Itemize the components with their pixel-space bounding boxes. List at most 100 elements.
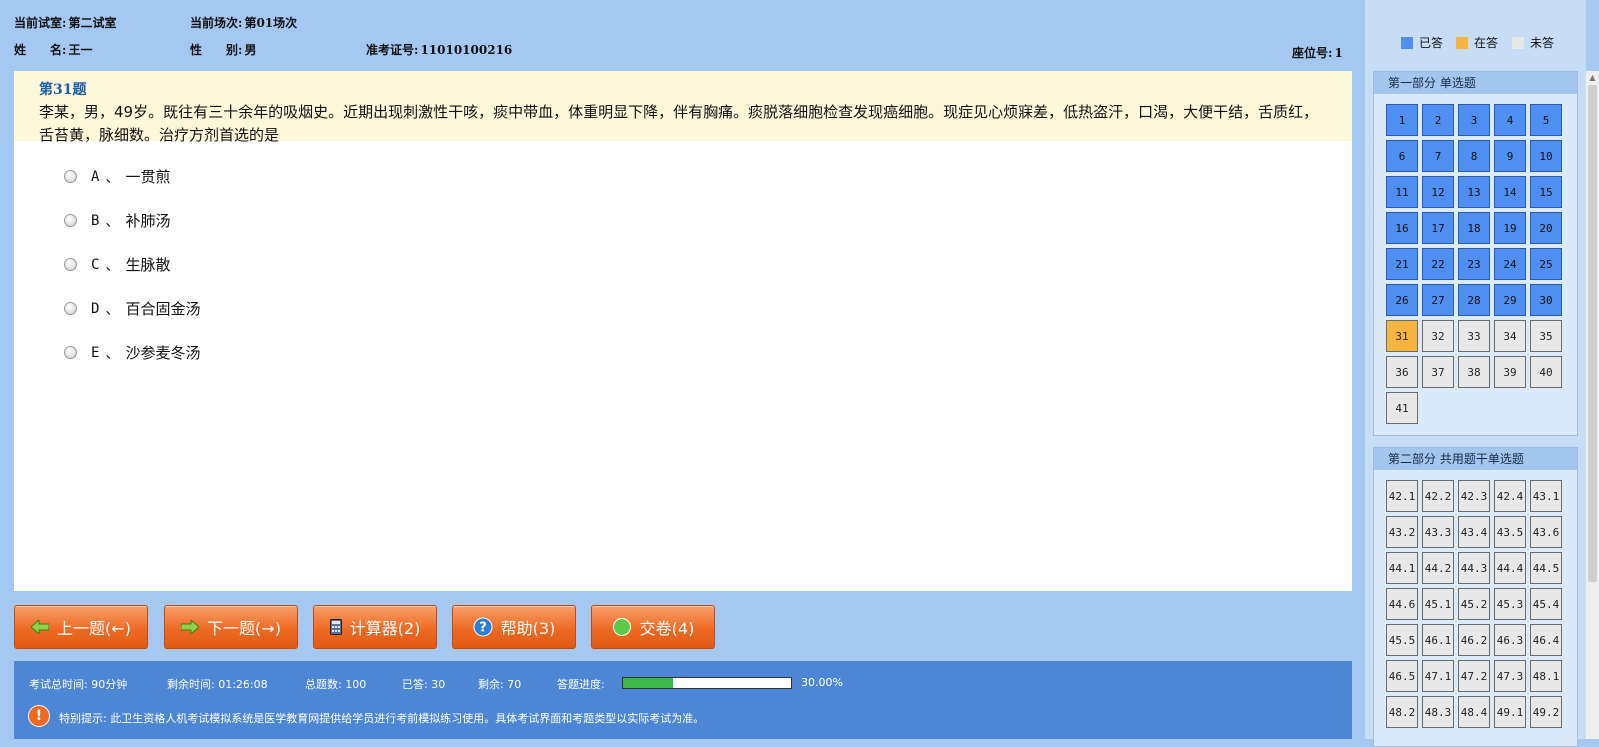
question-cell[interactable]: 29 (1494, 284, 1526, 316)
question-cell[interactable]: 34 (1494, 320, 1526, 352)
option-separator: 、 (105, 345, 120, 362)
question-cell[interactable]: 3 (1458, 104, 1490, 136)
question-cell[interactable]: 49.2 (1530, 696, 1562, 728)
question-cell[interactable]: 46.5 (1386, 660, 1418, 692)
question-cell[interactable]: 44.5 (1530, 552, 1562, 584)
question-cell[interactable]: 32 (1422, 320, 1454, 352)
scrollbar[interactable]: ▲ (1586, 71, 1599, 739)
question-cell[interactable]: 2 (1422, 104, 1454, 136)
calculator-button[interactable]: 计算器(2) (313, 605, 437, 649)
question-cell[interactable]: 5 (1530, 104, 1562, 136)
question-cell[interactable]: 47.2 (1458, 660, 1490, 692)
question-cell[interactable]: 10 (1530, 140, 1562, 172)
submit-label: 交卷(4) (639, 619, 695, 638)
question-cell[interactable]: 16 (1386, 212, 1418, 244)
question-cell[interactable]: 43.5 (1494, 516, 1526, 548)
submit-button[interactable]: 交卷(4) (591, 605, 715, 649)
question-cell[interactable]: 45.1 (1422, 588, 1454, 620)
question-cell[interactable]: 45.5 (1386, 624, 1418, 656)
question-cell[interactable]: 47.3 (1494, 660, 1526, 692)
question-cell[interactable]: 43.4 (1458, 516, 1490, 548)
question-cell[interactable]: 1 (1386, 104, 1418, 136)
question-cell[interactable]: 36 (1386, 356, 1418, 388)
question-cell[interactable]: 39 (1494, 356, 1526, 388)
question-cell[interactable]: 45.2 (1458, 588, 1490, 620)
question-cell[interactable]: 46.3 (1494, 624, 1526, 656)
scroll-thumb[interactable] (1588, 85, 1597, 582)
question-cell[interactable]: 11 (1386, 176, 1418, 208)
question-cell[interactable]: 48.4 (1458, 696, 1490, 728)
option-b[interactable]: B 、 补肺汤 (64, 210, 170, 231)
question-cell[interactable]: 22 (1422, 248, 1454, 280)
radio-button[interactable] (64, 302, 77, 315)
question-cell[interactable]: 18 (1458, 212, 1490, 244)
prev-button[interactable]: 上一题(←) (14, 605, 148, 649)
question-cell[interactable]: 13 (1458, 176, 1490, 208)
radio-button[interactable] (64, 346, 77, 359)
question-cell[interactable]: 4 (1494, 104, 1526, 136)
question-cell[interactable]: 47.1 (1422, 660, 1454, 692)
question-cell[interactable]: 31 (1386, 320, 1418, 352)
option-text: 沙参麦冬汤 (125, 344, 201, 362)
question-cell[interactable]: 9 (1494, 140, 1526, 172)
question-cell[interactable]: 41 (1386, 392, 1418, 424)
question-cell[interactable]: 42.1 (1386, 480, 1418, 512)
question-cell[interactable]: 30 (1530, 284, 1562, 316)
question-cell[interactable]: 20 (1530, 212, 1562, 244)
question-cell[interactable]: 43.2 (1386, 516, 1418, 548)
question-cell[interactable]: 14 (1494, 176, 1526, 208)
question-cell[interactable]: 42.4 (1494, 480, 1526, 512)
question-cell[interactable]: 48.2 (1386, 696, 1418, 728)
question-cell[interactable]: 49.1 (1494, 696, 1526, 728)
option-c[interactable]: C 、 生脉散 (64, 254, 170, 275)
question-cell[interactable]: 46.2 (1458, 624, 1490, 656)
question-cell[interactable]: 28 (1458, 284, 1490, 316)
next-button[interactable]: 下一题(→) (164, 605, 298, 649)
question-cell[interactable]: 7 (1422, 140, 1454, 172)
radio-button[interactable] (64, 258, 77, 271)
question-cell[interactable]: 27 (1422, 284, 1454, 316)
ticket-value: 11010100216 (420, 43, 513, 57)
question-cell[interactable]: 43.1 (1530, 480, 1562, 512)
question-cell[interactable]: 33 (1458, 320, 1490, 352)
question-cell[interactable]: 43.3 (1422, 516, 1454, 548)
question-cell[interactable]: 24 (1494, 248, 1526, 280)
radio-button[interactable] (64, 170, 77, 183)
question-cell[interactable]: 19 (1494, 212, 1526, 244)
option-e[interactable]: E 、 沙参麦冬汤 (64, 342, 200, 363)
question-cell[interactable]: 8 (1458, 140, 1490, 172)
radio-button[interactable] (64, 214, 77, 227)
help-button[interactable]: ? 帮助(3) (452, 605, 576, 649)
question-cell[interactable]: 42.2 (1422, 480, 1454, 512)
question-cell[interactable]: 43.6 (1530, 516, 1562, 548)
question-cell[interactable]: 23 (1458, 248, 1490, 280)
option-d[interactable]: D 、 百合固金汤 (64, 298, 200, 319)
question-cell[interactable]: 44.2 (1422, 552, 1454, 584)
question-cell[interactable]: 21 (1386, 248, 1418, 280)
question-cell[interactable]: 15 (1530, 176, 1562, 208)
scroll-up-icon[interactable]: ▲ (1586, 73, 1599, 85)
question-cell[interactable]: 46.4 (1530, 624, 1562, 656)
question-cell[interactable]: 12 (1422, 176, 1454, 208)
question-cell[interactable]: 44.4 (1494, 552, 1526, 584)
question-cell[interactable]: 48.3 (1422, 696, 1454, 728)
question-cell[interactable]: 45.4 (1530, 588, 1562, 620)
question-cell[interactable]: 40 (1530, 356, 1562, 388)
section1-grid: 1 2 3 4 5 6 7 8 9 10 11 12 13 14 15 16 17 18 19 20 21 22 23 24 2… (1374, 94, 1577, 424)
question-cell[interactable]: 35 (1530, 320, 1562, 352)
question-cell[interactable]: 38 (1458, 356, 1490, 388)
question-cell[interactable]: 6 (1386, 140, 1418, 172)
question-cell[interactable]: 46.1 (1422, 624, 1454, 656)
question-cell[interactable]: 26 (1386, 284, 1418, 316)
question-cell[interactable]: 17 (1422, 212, 1454, 244)
question-cell[interactable]: 42.3 (1458, 480, 1490, 512)
question-cell[interactable]: 45.3 (1494, 588, 1526, 620)
question-cell[interactable]: 44.3 (1458, 552, 1490, 584)
option-a[interactable]: A 、 一贯煎 (64, 166, 170, 187)
question-cell[interactable]: 44.6 (1386, 588, 1418, 620)
option-text: 一贯煎 (125, 168, 171, 186)
question-cell[interactable]: 44.1 (1386, 552, 1418, 584)
question-cell[interactable]: 25 (1530, 248, 1562, 280)
question-cell[interactable]: 48.1 (1530, 660, 1562, 692)
question-cell[interactable]: 37 (1422, 356, 1454, 388)
